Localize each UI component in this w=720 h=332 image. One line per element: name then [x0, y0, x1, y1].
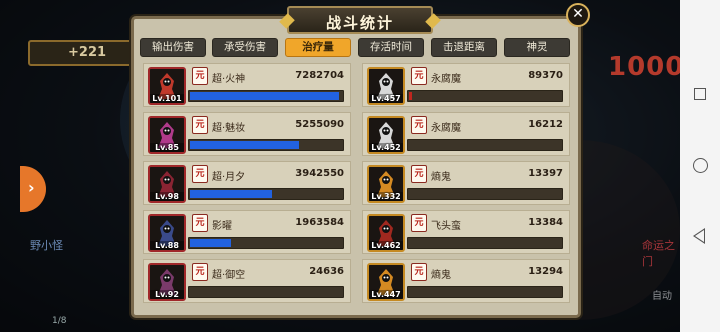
ally-stat-row[interactable]: Lv.85 元超·魅妆 5255090	[143, 112, 351, 156]
unit-name: 熵鬼	[431, 172, 451, 183]
element-badge-icon: 元	[192, 116, 208, 134]
enemy-stats-list[interactable]: Lv.457 元永腐魔 89370 Lv.452 元永腐魔 16212 Lv.332 元熵鬼 1…	[362, 63, 570, 315]
healing-value: 13397	[528, 168, 563, 179]
healing-progress-bar	[188, 139, 344, 151]
gold-display: +221	[68, 45, 107, 60]
unit-avatar[interactable]: Lv.98	[148, 165, 186, 203]
unit-avatar[interactable]: Lv.457	[367, 67, 405, 105]
unit-avatar[interactable]: Lv.447	[367, 263, 405, 301]
element-badge-icon: 元	[411, 67, 427, 85]
unit-level: Lv.452	[369, 143, 403, 152]
home-icon[interactable]	[693, 158, 708, 173]
auto-button[interactable]: 自动	[652, 287, 672, 302]
unit-level: Lv.85	[150, 143, 184, 152]
unit-level: Lv.332	[369, 192, 403, 201]
left-unit-label: 野小怪	[30, 239, 63, 252]
close-button[interactable]: ✕	[566, 3, 590, 27]
ally-stat-row[interactable]: Lv.88 元影曜 1963584	[143, 210, 351, 254]
healing-progress-bar	[188, 286, 344, 298]
back-icon[interactable]	[693, 228, 705, 244]
enemy-stat-row[interactable]: Lv.447 元熵鬼 13294	[362, 259, 570, 303]
enemy-count-display: 1000	[608, 52, 680, 82]
healing-value: 1963584	[295, 217, 344, 228]
unit-level: Lv.101	[150, 94, 184, 103]
enemy-stat-row[interactable]: Lv.462 元飞头蛮 13384	[362, 210, 570, 254]
unit-level: Lv.457	[369, 94, 403, 103]
chevron-right-icon: ›	[28, 178, 35, 197]
unit-name: 熵鬼	[431, 270, 451, 281]
healing-value: 5255090	[295, 119, 344, 130]
healing-progress-bar	[188, 90, 344, 102]
healing-progress-bar	[407, 188, 563, 200]
healing-value: 24636	[309, 266, 344, 277]
enemy-stat-row[interactable]: Lv.452 元永腐魔 16212	[362, 112, 570, 156]
element-badge-icon: 元	[192, 67, 208, 85]
unit-avatar[interactable]: Lv.92	[148, 263, 186, 301]
tab-knockback[interactable]: 击退距离	[431, 38, 497, 57]
unit-name: 超·月夕	[212, 172, 246, 183]
unit-avatar[interactable]: Lv.452	[367, 116, 405, 154]
unit-avatar[interactable]: Lv.462	[367, 214, 405, 252]
enemy-stat-row[interactable]: Lv.332 元熵鬼 13397	[362, 161, 570, 205]
healing-value: 13294	[528, 266, 563, 277]
element-badge-icon: 元	[411, 263, 427, 281]
unit-name: 超·御空	[212, 270, 246, 281]
ally-stat-row[interactable]: Lv.101 元超·火神 7282704	[143, 63, 351, 107]
healing-value: 16212	[528, 119, 563, 130]
element-badge-icon: 元	[192, 263, 208, 281]
dialog-title-ribbon: 战斗统计	[279, 6, 441, 34]
healing-progress-bar	[407, 90, 563, 102]
recent-apps-icon[interactable]	[694, 88, 706, 100]
unit-level: Lv.98	[150, 192, 184, 201]
ally-stat-row[interactable]: Lv.92 元超·御空 24636	[143, 259, 351, 303]
unit-level: Lv.462	[369, 241, 403, 250]
unit-name: 永腐魔	[431, 123, 461, 134]
unit-avatar[interactable]: Lv.85	[148, 116, 186, 154]
ally-stat-row[interactable]: Lv.98 元超·月夕 3942550	[143, 161, 351, 205]
healing-progress-fill	[409, 92, 412, 100]
tab-healing[interactable]: 治疗量	[285, 38, 351, 57]
healing-progress-fill	[190, 190, 272, 198]
unit-name: 永腐魔	[431, 74, 461, 85]
healing-progress-bar	[407, 286, 563, 298]
healing-value: 3942550	[295, 168, 344, 179]
healing-value: 13384	[528, 217, 563, 228]
healing-progress-bar	[407, 237, 563, 249]
dialog-title: 战斗统计	[325, 14, 394, 32]
unit-avatar[interactable]: Lv.88	[148, 214, 186, 252]
element-badge-icon: 元	[411, 165, 427, 183]
healing-progress-bar	[188, 237, 344, 249]
unit-level: Lv.92	[150, 290, 184, 299]
unit-level: Lv.88	[150, 241, 184, 250]
unit-name: 影曜	[212, 221, 232, 232]
healing-progress-fill	[190, 92, 339, 100]
healing-progress-fill	[190, 141, 299, 149]
element-badge-icon: 元	[192, 165, 208, 183]
tab-damage-dealt[interactable]: 输出伤害	[140, 38, 206, 57]
unit-avatar[interactable]: Lv.101	[148, 67, 186, 105]
ally-stats-list[interactable]: Lv.101 元超·火神 7282704 Lv.85 元超·魅妆 5255090 Lv.98…	[143, 63, 351, 315]
enemy-stat-row[interactable]: Lv.457 元永腐魔 89370	[362, 63, 570, 107]
tab-damage-taken[interactable]: 承受伤害	[212, 38, 278, 57]
unit-name: 超·火神	[212, 74, 246, 85]
element-badge-icon: 元	[411, 116, 427, 134]
healing-progress-fill	[190, 239, 231, 247]
tab-deity[interactable]: 神灵	[504, 38, 570, 57]
right-unit-label: 命运之门	[642, 239, 675, 268]
tab-survival-time[interactable]: 存活时间	[358, 38, 424, 57]
unit-name: 飞头蛮	[431, 221, 461, 232]
healing-progress-bar	[407, 139, 563, 151]
unit-avatar[interactable]: Lv.332	[367, 165, 405, 203]
healing-value: 7282704	[295, 70, 344, 81]
element-badge-icon: 元	[192, 214, 208, 232]
wave-counter: 1/8	[52, 316, 67, 326]
healing-progress-bar	[188, 188, 344, 200]
unit-name: 超·魅妆	[212, 123, 246, 134]
element-badge-icon: 元	[411, 214, 427, 232]
unit-level: Lv.447	[369, 290, 403, 299]
healing-value: 89370	[528, 70, 563, 81]
system-nav-bar	[680, 0, 720, 332]
